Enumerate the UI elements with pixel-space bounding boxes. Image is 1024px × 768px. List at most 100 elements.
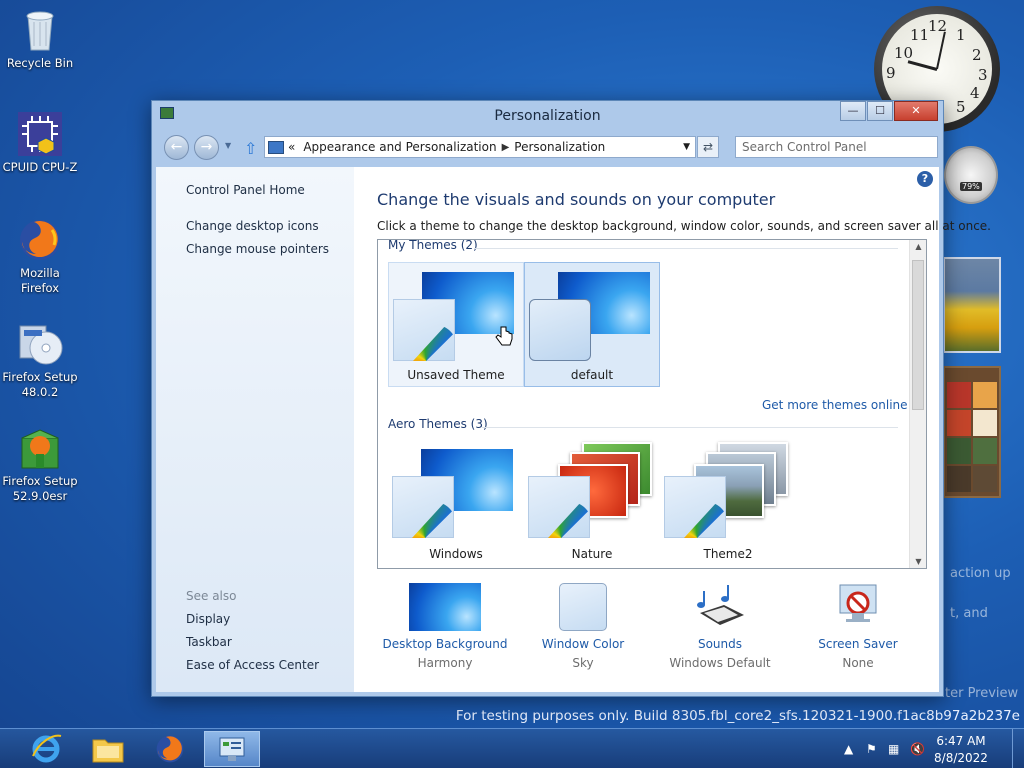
puzzle-tile[interactable]	[947, 410, 971, 436]
clock-number: 10	[894, 44, 914, 62]
theme-theme2[interactable]: Theme2	[660, 440, 796, 565]
control-panel-home-link[interactable]: Control Panel Home	[186, 183, 305, 197]
clock-time: 6:47 AM	[936, 734, 986, 748]
system-clock[interactable]: 6:47 AM 8/8/2022	[926, 733, 996, 767]
puzzle-tile[interactable]	[973, 438, 997, 464]
theme-nature[interactable]: Nature	[524, 440, 660, 565]
picture-puzzle-gadget[interactable]	[943, 366, 1001, 498]
puzzle-tile[interactable]	[973, 382, 997, 408]
breadcrumb-personalization[interactable]: Personalization	[514, 140, 605, 154]
hand-cursor-icon	[495, 326, 513, 346]
window-color-label: Window Color	[541, 637, 625, 651]
window-body: Control Panel Home Change desktop icons …	[156, 167, 991, 692]
window-controls: — ☐ ✕	[839, 101, 938, 121]
close-button[interactable]: ✕	[894, 101, 938, 121]
forward-button[interactable]: →	[194, 135, 219, 160]
taskbar-control-panel[interactable]	[204, 731, 260, 767]
desktop-background-value: Harmony	[417, 656, 473, 670]
network-icon[interactable]: ▦	[888, 742, 899, 756]
theme-unsaved[interactable]: Unsaved Theme	[388, 262, 524, 387]
change-desktop-icons-link[interactable]: Change desktop icons	[186, 219, 319, 233]
recent-pages-dropdown[interactable]: ▼	[225, 141, 231, 150]
desktop-background-button[interactable]: Desktop Background Harmony	[375, 583, 515, 670]
desktop-icon-recycle-bin[interactable]: Recycle Bin	[0, 6, 80, 71]
puzzle-tile[interactable]	[973, 410, 997, 436]
search-input[interactable]: Search Control Panel	[735, 136, 938, 158]
clock-number: 9	[886, 64, 896, 82]
display-link[interactable]: Display	[186, 612, 230, 626]
control-panel-icon	[219, 737, 245, 761]
chevron-down-icon[interactable]: ▼	[683, 142, 690, 152]
desktop-icon-label: CPUID CPU-Z	[2, 160, 78, 174]
scroll-thumb[interactable]	[912, 260, 924, 410]
chevron-right-icon[interactable]: ▶	[502, 142, 510, 153]
task-pane: Control Panel Home Change desktop icons …	[156, 167, 354, 692]
theme-name: Windows	[429, 547, 483, 561]
desktop-background-label: Desktop Background	[382, 637, 508, 651]
minimize-button[interactable]: —	[840, 101, 866, 121]
clock-hour-hand	[907, 60, 938, 71]
notification-area: ▲ ⚑ ▦ 🔇 6:47 AM 8/8/2022	[834, 729, 1024, 768]
desktop-icon-firefox-setup-48[interactable]: Firefox Setup 48.0.2	[0, 320, 80, 400]
puzzle-tile[interactable]	[947, 466, 971, 492]
scroll-up-arrow[interactable]: ▲	[910, 242, 926, 251]
screen-saver-label: Screen Saver	[818, 637, 898, 651]
show-desktop-button[interactable]	[1012, 729, 1024, 768]
desktop-faint-text: t, and	[950, 606, 988, 621]
desktop-icon-label: Firefox Setup 48.0.2	[2, 370, 78, 399]
address-overflow[interactable]: «	[288, 140, 295, 154]
scroll-down-arrow[interactable]: ▼	[910, 557, 926, 566]
taskbar-file-explorer[interactable]	[80, 731, 136, 767]
aero-themes-heading: Aero Themes (3)	[388, 417, 488, 431]
window-color-button[interactable]: Window Color Sky	[513, 583, 653, 670]
maximize-button[interactable]: ☐	[867, 101, 893, 121]
screen-saver-button[interactable]: Screen Saver None	[788, 583, 928, 670]
desktop-icon-label: Firefox Setup 52.9.0esr	[2, 474, 78, 503]
show-hidden-icons-icon[interactable]: ▲	[844, 742, 853, 756]
breadcrumb-appearance[interactable]: Appearance and Personalization	[303, 140, 496, 154]
taskbar-firefox[interactable]	[142, 731, 198, 767]
clock-date: 8/8/2022	[934, 751, 988, 765]
refresh-button[interactable]: ⇄	[697, 136, 719, 158]
theme-default[interactable]: default	[524, 262, 660, 387]
back-button[interactable]: ←	[164, 135, 189, 160]
window-color-icon	[559, 583, 607, 631]
sounds-icon	[684, 583, 756, 631]
sounds-value: Windows Default	[669, 656, 771, 670]
help-icon[interactable]: ?	[917, 171, 933, 187]
get-more-themes-link[interactable]: Get more themes online	[762, 398, 908, 412]
taskbar-link[interactable]: Taskbar	[186, 635, 232, 649]
change-mouse-pointers-link[interactable]: Change mouse pointers	[186, 242, 329, 256]
desktop-icon-cpuz[interactable]: CPUID CPU-Z	[0, 110, 80, 175]
page-title: Change the visuals and sounds on your co…	[377, 190, 776, 209]
folder-icon	[92, 739, 124, 763]
screen-saver-value: None	[842, 656, 874, 670]
clock-number: 3	[978, 66, 988, 84]
cpu-meter-gadget[interactable]: 79%	[944, 146, 998, 204]
desktop-icon-firefox[interactable]: Mozilla Firefox	[0, 216, 80, 296]
desktop-icon-firefox-setup-52[interactable]: Firefox Setup 52.9.0esr	[0, 424, 80, 504]
arrow-left-icon: ←	[170, 139, 183, 155]
up-arrow-icon[interactable]: ⇧	[244, 139, 257, 158]
screen-saver-icon	[822, 583, 894, 631]
theme-list-scrollbar[interactable]: ▲ ▼	[909, 240, 926, 568]
sounds-label: Sounds	[697, 637, 743, 651]
action-center-flag-icon[interactable]: ⚑	[866, 742, 877, 756]
main-content: ? Change the visuals and sounds on your …	[354, 167, 991, 692]
cpuz-icon	[16, 110, 64, 158]
puzzle-tile[interactable]	[947, 382, 971, 408]
theme-name: Unsaved Theme	[407, 368, 505, 382]
group-divider	[482, 427, 898, 428]
address-bar[interactable]: « Appearance and Personalization ▶ Perso…	[264, 136, 696, 158]
theme-name: default	[570, 368, 614, 382]
volume-muted-icon[interactable]: 🔇	[910, 742, 925, 756]
taskbar-internet-explorer[interactable]	[18, 731, 74, 767]
installer-box-icon	[16, 424, 64, 472]
theme-windows[interactable]: Windows	[388, 440, 524, 565]
sounds-button[interactable]: Sounds Windows Default	[650, 583, 790, 670]
puzzle-tile[interactable]	[947, 438, 971, 464]
slideshow-gadget[interactable]	[943, 257, 1001, 353]
title-bar[interactable]: Personalization — ☐ ✕	[152, 101, 943, 131]
puzzle-tile[interactable]	[973, 466, 997, 492]
ease-of-access-link[interactable]: Ease of Access Center	[186, 658, 319, 672]
